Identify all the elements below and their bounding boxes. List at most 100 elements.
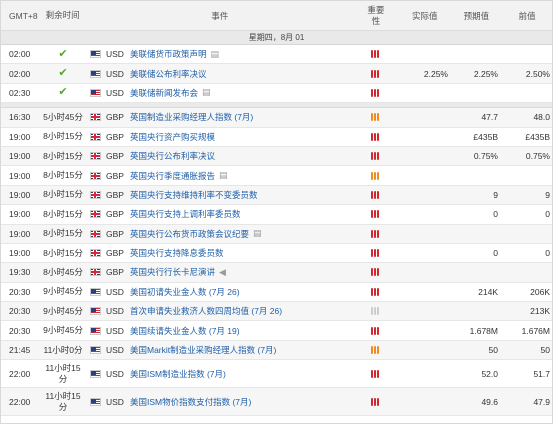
time-remaining-text: 9小时45分 [43, 325, 83, 336]
importance-bars [371, 249, 379, 258]
forecast-value: 214K [478, 286, 498, 297]
uk-flag-icon [89, 210, 101, 219]
table-row[interactable]: 16:30 5小时45分 GBP 英国制造业采购经理人指数 (7月) 47.7 48.0 [1, 108, 552, 128]
previous-value: 47.9 [533, 396, 550, 407]
importance-bars [371, 152, 379, 161]
event-link[interactable]: 英国央行支持维持利率不变委员数 [130, 189, 258, 201]
importance-bar [374, 229, 376, 238]
table-row[interactable]: 19:30 8小时45分 GBP 英国央行行长卡尼演讲 ◀ [1, 263, 552, 283]
event-link[interactable]: 英国央行公布利率决议 [130, 150, 215, 162]
document-icon[interactable]: ▤ [211, 49, 220, 60]
currency-code: USD [106, 68, 124, 79]
forecast-value: 49.6 [481, 396, 498, 407]
time-remaining-text: 8小时15分 [43, 150, 83, 161]
importance-bar [371, 50, 373, 59]
table-row[interactable]: 20:30 9小时45分 USD 美国续请失业金人数 (7月 19) 1.678M 1.6… [1, 321, 552, 341]
currency-code: GBP [106, 189, 124, 200]
importance-indicator [352, 307, 398, 316]
importance-bar [371, 113, 373, 122]
importance-bar [371, 88, 373, 97]
event-link[interactable]: 美国续请失业金人数 (7月 19) [130, 325, 240, 337]
flag-cell [87, 249, 103, 258]
event-link[interactable]: 美国Markit制造业采购经理人指数 (7月) [130, 344, 276, 356]
table-header: GMT+8 剩余时间 事件 重要性 实际值 预期值 前值 [1, 1, 552, 31]
table-row[interactable]: 21:45 11小时0分 USD 美国Markit制造业采购经理人指数 (7月) 50 5… [1, 340, 552, 361]
event-link[interactable]: 美联储货币政策声明 [130, 48, 207, 60]
document-icon[interactable]: ▤ [202, 87, 211, 98]
currency-code: USD [106, 306, 124, 317]
checkmark-icon: ✔ [58, 86, 68, 99]
event-link[interactable]: 英国央行季度通胀报告 [130, 170, 215, 182]
event-cell: 英国央行资产购买规模 [127, 131, 352, 143]
event-link[interactable]: 英国央行资产购买规模 [130, 131, 215, 143]
flag-cell [87, 210, 103, 219]
uk-flag-icon [89, 268, 101, 277]
speaker-icon[interactable]: ◀ [219, 267, 226, 278]
event-link[interactable]: 美联储公布利率决议 [130, 68, 207, 80]
table-row[interactable]: 19:00 8小时15分 GBP 英国央行资产购买规模 £435B £435B [1, 128, 552, 147]
table-row[interactable]: 19:00 8小时15分 GBP 英国央行支持维持利率不变委员数 9 9 [1, 185, 552, 206]
table-row[interactable]: 19:00 8小时15分 GBP 英国央行公布利率决议 0.75% 0.75% [1, 146, 552, 167]
importance-bar [371, 171, 373, 180]
table-row[interactable]: 22:00 11小时15 分 USD 美国ISM物价指数支付指数 (7月) 49.6 47… [1, 388, 552, 417]
document-icon[interactable]: ▤ [253, 228, 262, 239]
table-row[interactable]: 02:00 ✔ USD 美联储公布利率决议 2.25% 2.25% 2.50% [1, 64, 552, 84]
event-link[interactable]: 美国初请失业金人数 (7月 26) [130, 286, 240, 298]
event-link[interactable]: 英国央行支持上调利率委员数 [130, 208, 241, 220]
importance-bars [371, 50, 379, 59]
event-link[interactable]: 美联储新闻发布会 [130, 87, 198, 99]
currency-code: GBP [106, 170, 124, 181]
event-cell: 美国续请失业金人数 (7月 19) [127, 325, 352, 337]
importance-indicator [352, 113, 398, 122]
importance-bar [374, 369, 376, 378]
table-row[interactable]: 22:00 11小时15 分 USD 美国ISM制造业指数 (7月) 52.0 51.7 [1, 360, 552, 389]
table-row[interactable]: 20:30 9小时45分 USD 首次申请失业救济人数四周均值 (7月 26) 213K [1, 302, 552, 322]
event-link[interactable]: 英国制造业采购经理人指数 (7月) [130, 111, 253, 123]
event-link[interactable]: 美国ISM制造业指数 (7月) [130, 368, 226, 380]
event-time: 19:00 [9, 248, 31, 259]
actual-value: 2.25% [423, 68, 448, 79]
table-row[interactable]: 02:00 ✔ USD 美联储货币政策声明 ▤ [1, 45, 552, 65]
header-remaining: 剩余时间 [45, 10, 80, 20]
importance-bars [371, 210, 379, 219]
event-link[interactable]: 英国央行支持降息委员数 [130, 247, 224, 259]
event-time: 19:00 [9, 228, 31, 239]
event-link[interactable]: 英国央行公布货币政策会议纪要 [130, 228, 249, 240]
importance-bars [371, 229, 379, 238]
importance-bar [377, 171, 379, 180]
importance-bars [371, 346, 379, 355]
uk-flag-icon [89, 132, 101, 141]
table-row[interactable]: 19:00 8小时15分 GBP 英国央行公布货币政策会议纪要 ▤ [1, 224, 552, 244]
document-icon[interactable]: ▤ [219, 170, 228, 181]
flag-cell [87, 326, 103, 335]
time-remaining: 9小时45分 [39, 306, 87, 317]
table-row[interactable]: 19:00 8小时15分 GBP 英国央行支持上调利率委员数 0 0 [1, 205, 552, 225]
flag-cell [87, 88, 103, 97]
importance-bar [377, 132, 379, 141]
time-remaining: 8小时15分 [39, 228, 87, 239]
importance-indicator [352, 190, 398, 199]
table-row[interactable]: 02:30 ✔ USD 美联储新闻发布会 ▤ [1, 84, 552, 104]
importance-bar [371, 249, 373, 258]
event-cell: 美联储货币政策声明 ▤ [127, 48, 352, 60]
currency-code: USD [106, 325, 124, 336]
us-flag-icon [89, 326, 101, 335]
flag-cell [87, 268, 103, 277]
us-flag-icon [89, 346, 101, 355]
event-link[interactable]: 美国ISM物价指数支付指数 (7月) [130, 396, 251, 408]
importance-indicator [352, 326, 398, 335]
table-row[interactable]: 19:00 8小时15分 GBP 英国央行支持降息委员数 0 0 [1, 244, 552, 264]
table-row[interactable]: 20:30 9小时45分 USD 美国初请失业金人数 (7月 26) 214K 206K [1, 283, 552, 303]
header-timezone[interactable]: GMT+8 [1, 1, 39, 30]
event-cell: 英国央行行长卡尼演讲 ◀ [127, 266, 352, 278]
forecast-value: 0.75% [473, 151, 498, 162]
importance-bar [371, 287, 373, 296]
table-row[interactable]: 19:00 8小时15分 GBP 英国央行季度通胀报告 ▤ [1, 166, 552, 186]
header-actual: 实际值 [411, 10, 438, 21]
forecast-value: £435B [473, 131, 498, 142]
event-time: 20:30 [9, 286, 31, 297]
date-row: 星期四，8月 01 [1, 31, 552, 45]
importance-bar [371, 346, 373, 355]
event-link[interactable]: 英国央行行长卡尼演讲 [130, 266, 215, 278]
event-link[interactable]: 首次申请失业救济人数四周均值 (7月 26) [130, 305, 282, 317]
